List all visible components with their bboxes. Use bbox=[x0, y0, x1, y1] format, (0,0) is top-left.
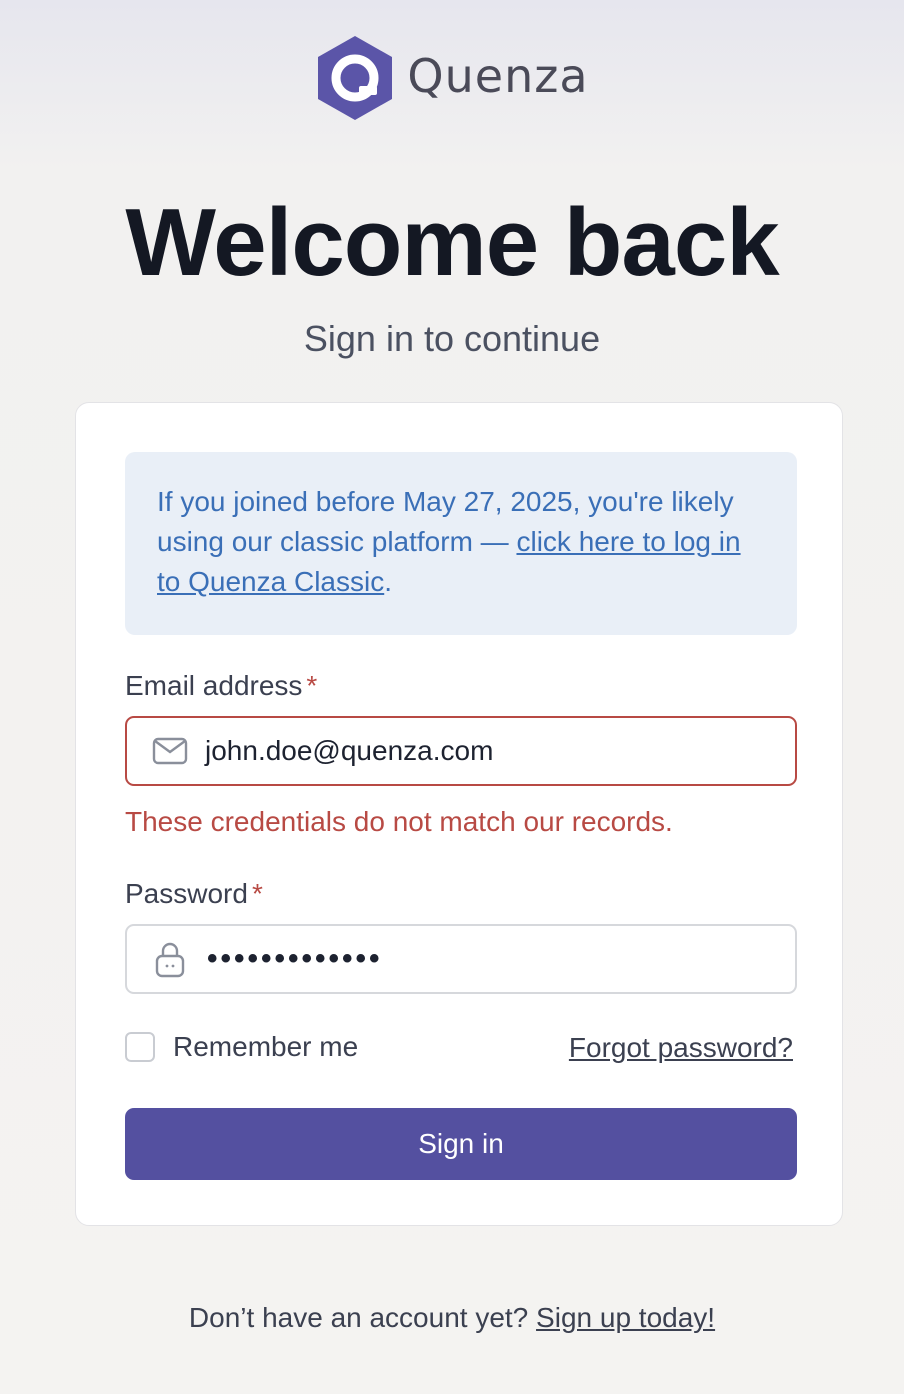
email-label: Email address * bbox=[125, 669, 317, 703]
required-marker: * bbox=[306, 670, 318, 701]
brand-name: Quenza bbox=[407, 49, 589, 103]
remember-me[interactable]: Remember me bbox=[125, 1031, 358, 1063]
login-card: If you joined before May 27, 2025, you'r… bbox=[75, 402, 843, 1226]
required-marker: * bbox=[251, 878, 263, 909]
sign-up-link[interactable]: Sign up today! bbox=[536, 1302, 715, 1333]
signup-prompt: Don’t have an account yet? Sign up today… bbox=[0, 1300, 904, 1336]
email-field[interactable]: john.doe@quenza.com bbox=[125, 716, 797, 786]
email-value: john.doe@quenza.com bbox=[205, 735, 494, 766]
lock-icon bbox=[151, 940, 189, 978]
password-label-text: Password bbox=[125, 878, 248, 909]
envelope-icon bbox=[151, 732, 189, 770]
page-title: Welcome back bbox=[125, 189, 779, 296]
password-field[interactable]: ••••••••••••• bbox=[125, 924, 797, 994]
credentials-error: These credentials do not match our recor… bbox=[125, 806, 673, 837]
remember-me-label: Remember me bbox=[173, 1031, 359, 1062]
forgot-password-link[interactable]: Forgot password? bbox=[569, 1031, 793, 1065]
notice-end: . bbox=[384, 566, 392, 597]
brand-logo: Quenza bbox=[0, 34, 904, 122]
signup-prompt-text: Don’t have an account yet? bbox=[188, 1302, 529, 1333]
quenza-logo-icon bbox=[318, 36, 393, 120]
sign-in-button[interactable]: Sign in bbox=[125, 1108, 797, 1180]
page-subtitle: Sign in to continue bbox=[303, 318, 601, 359]
email-label-text: Email address bbox=[125, 670, 303, 701]
classic-platform-notice: If you joined before May 27, 2025, you'r… bbox=[125, 452, 797, 635]
password-masked-value: ••••••••••••• bbox=[207, 942, 383, 975]
password-label: Password * bbox=[125, 877, 263, 911]
remember-me-checkbox[interactable] bbox=[125, 1032, 155, 1062]
